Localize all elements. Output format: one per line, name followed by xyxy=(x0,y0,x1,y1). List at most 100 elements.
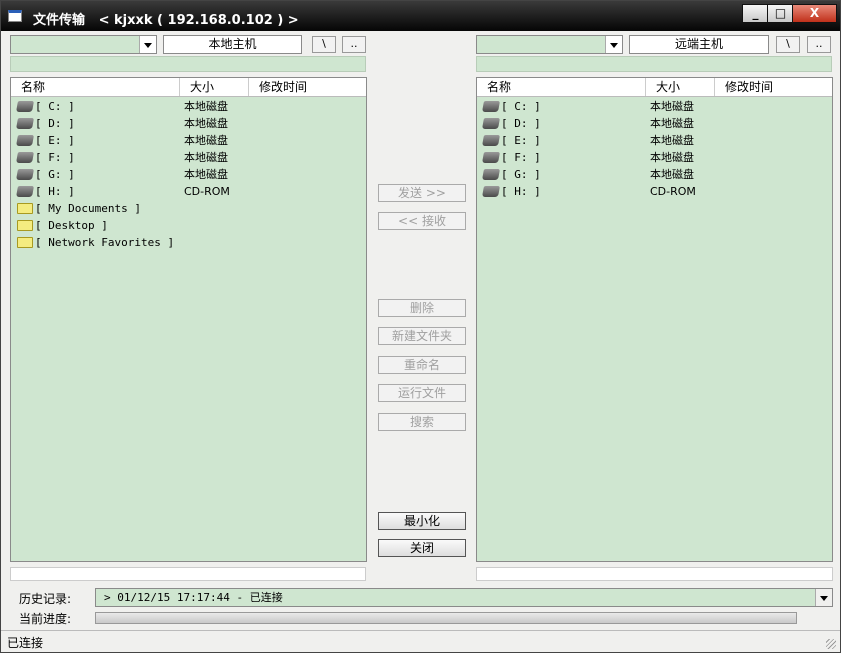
item-name: [ My Documents ] xyxy=(35,202,141,215)
item-size: 本地磁盘 xyxy=(184,100,228,113)
item-name: [ D: ] xyxy=(35,117,75,130)
item-name: [ C: ] xyxy=(501,100,541,113)
minimize-button[interactable]: 最小化 xyxy=(378,512,466,530)
list-item[interactable]: [ H: ] CD-ROM xyxy=(11,183,366,200)
list-item[interactable]: [ Network Favorites ] xyxy=(11,234,366,251)
history-label: 历史记录: xyxy=(19,592,72,606)
item-name: [ G: ] xyxy=(501,168,541,181)
local-list-header: 名称 大小 修改时间 xyxy=(11,78,366,97)
column-header-name[interactable]: 名称 xyxy=(477,78,646,96)
folder-icon xyxy=(17,237,33,248)
column-header-name[interactable]: 名称 xyxy=(11,78,180,96)
list-item[interactable]: [ G: ] 本地磁盘 xyxy=(477,166,832,183)
list-item[interactable]: [ F: ] 本地磁盘 xyxy=(11,149,366,166)
item-size: CD-ROM xyxy=(650,185,696,198)
list-item[interactable]: [ C: ] 本地磁盘 xyxy=(477,98,832,115)
local-file-list[interactable]: 名称 大小 修改时间 [ C: ] 本地磁盘 [ D: ] 本地磁盘 [ E: ] 本地磁… xyxy=(10,77,367,562)
close-window-button[interactable]: X xyxy=(792,4,837,23)
file-transfer-window: 文件传输 < kjxxk ( 192.168.0.102 ) > _ □ X 本… xyxy=(0,0,841,653)
new-folder-button[interactable]: 新建文件夹 xyxy=(378,327,466,345)
search-button[interactable]: 搜索 xyxy=(378,413,466,431)
list-item[interactable]: [ C: ] 本地磁盘 xyxy=(11,98,366,115)
list-item[interactable]: [ H: ] CD-ROM xyxy=(477,183,832,200)
item-name: [ E: ] xyxy=(35,134,75,147)
item-size: 本地磁盘 xyxy=(184,168,228,181)
history-select[interactable]: > 01/12/15 17:17:44 - 已连接 xyxy=(95,588,833,607)
column-header-size[interactable]: 大小 xyxy=(180,78,249,96)
drive-icon xyxy=(16,101,34,112)
drive-icon xyxy=(482,152,500,163)
drive-icon xyxy=(482,169,500,180)
item-size: 本地磁盘 xyxy=(184,134,228,147)
item-name: [ C: ] xyxy=(35,100,75,113)
list-item[interactable]: [ Desktop ] xyxy=(11,217,366,234)
chevron-down-icon[interactable] xyxy=(605,36,622,53)
drive-icon xyxy=(482,186,500,197)
local-root-button[interactable]: \ xyxy=(312,36,336,53)
item-size: 本地磁盘 xyxy=(650,151,694,164)
item-name: [ D: ] xyxy=(501,117,541,130)
item-name: [ F: ] xyxy=(35,151,75,164)
drive-icon xyxy=(16,135,34,146)
column-header-size[interactable]: 大小 xyxy=(646,78,715,96)
item-name: [ H: ] xyxy=(501,185,541,198)
item-name: [ G: ] xyxy=(35,168,75,181)
item-name: [ H: ] xyxy=(35,185,75,198)
remote-path-bar xyxy=(476,56,832,72)
item-size: 本地磁盘 xyxy=(650,168,694,181)
remote-up-button[interactable]: .. xyxy=(807,36,831,53)
receive-button[interactable]: << 接收 xyxy=(378,212,466,230)
drive-icon xyxy=(16,186,34,197)
local-up-button[interactable]: .. xyxy=(342,36,366,53)
drive-icon xyxy=(16,152,34,163)
list-item[interactable]: [ E: ] 本地磁盘 xyxy=(477,132,832,149)
rename-button[interactable]: 重命名 xyxy=(378,356,466,374)
local-drive-select[interactable] xyxy=(10,35,157,54)
delete-button[interactable]: 删除 xyxy=(378,299,466,317)
list-item[interactable]: [ D: ] 本地磁盘 xyxy=(11,115,366,132)
remote-root-button[interactable]: \ xyxy=(776,36,800,53)
status-bar: 已连接 xyxy=(1,630,840,652)
item-size: 本地磁盘 xyxy=(650,117,694,130)
status-text: 已连接 xyxy=(7,636,44,650)
remote-host-label: 远端主机 xyxy=(629,35,769,54)
chevron-down-icon[interactable] xyxy=(139,36,156,53)
maximize-window-button[interactable]: □ xyxy=(767,4,794,23)
local-horizontal-scrollbar[interactable] xyxy=(10,567,366,581)
column-header-modified[interactable]: 修改时间 xyxy=(715,78,832,96)
drive-icon xyxy=(482,135,500,146)
local-path-bar xyxy=(10,56,366,72)
item-name: [ Network Favorites ] xyxy=(35,236,175,249)
chevron-down-icon[interactable] xyxy=(815,589,832,606)
column-header-modified[interactable]: 修改时间 xyxy=(249,78,366,96)
list-item[interactable]: [ G: ] 本地磁盘 xyxy=(11,166,366,183)
list-item[interactable]: [ D: ] 本地磁盘 xyxy=(477,115,832,132)
list-item[interactable]: [ F: ] 本地磁盘 xyxy=(477,149,832,166)
item-size: 本地磁盘 xyxy=(650,100,694,113)
progress-bar xyxy=(95,612,797,624)
list-item[interactable]: [ E: ] 本地磁盘 xyxy=(11,132,366,149)
resize-grip-icon[interactable] xyxy=(826,639,836,649)
close-button[interactable]: 关闭 xyxy=(378,539,466,557)
window-icon xyxy=(8,10,22,22)
remote-horizontal-scrollbar[interactable] xyxy=(476,567,833,581)
remote-file-list[interactable]: 名称 大小 修改时间 [ C: ] 本地磁盘 [ D: ] 本地磁盘 [ E: ] 本地磁… xyxy=(476,77,833,562)
remote-drive-select[interactable] xyxy=(476,35,623,54)
drive-icon xyxy=(16,118,34,129)
local-host-label: 本地主机 xyxy=(163,35,302,54)
run-file-button[interactable]: 运行文件 xyxy=(378,384,466,402)
folder-icon xyxy=(17,203,33,214)
item-size: 本地磁盘 xyxy=(184,117,228,130)
item-name: [ Desktop ] xyxy=(35,219,108,232)
send-button[interactable]: 发送 >> xyxy=(378,184,466,202)
remote-list-header: 名称 大小 修改时间 xyxy=(477,78,832,97)
drive-icon xyxy=(482,118,500,129)
item-size: CD-ROM xyxy=(184,185,230,198)
window-title: 文件传输 < kjxxk ( 192.168.0.102 ) > xyxy=(33,13,299,28)
item-name: [ E: ] xyxy=(501,134,541,147)
title-bar[interactable]: 文件传输 < kjxxk ( 192.168.0.102 ) > _ □ X xyxy=(1,1,840,31)
folder-icon xyxy=(17,220,33,231)
item-size: 本地磁盘 xyxy=(184,151,228,164)
list-item[interactable]: [ My Documents ] xyxy=(11,200,366,217)
minimize-window-button[interactable]: _ xyxy=(742,4,769,23)
